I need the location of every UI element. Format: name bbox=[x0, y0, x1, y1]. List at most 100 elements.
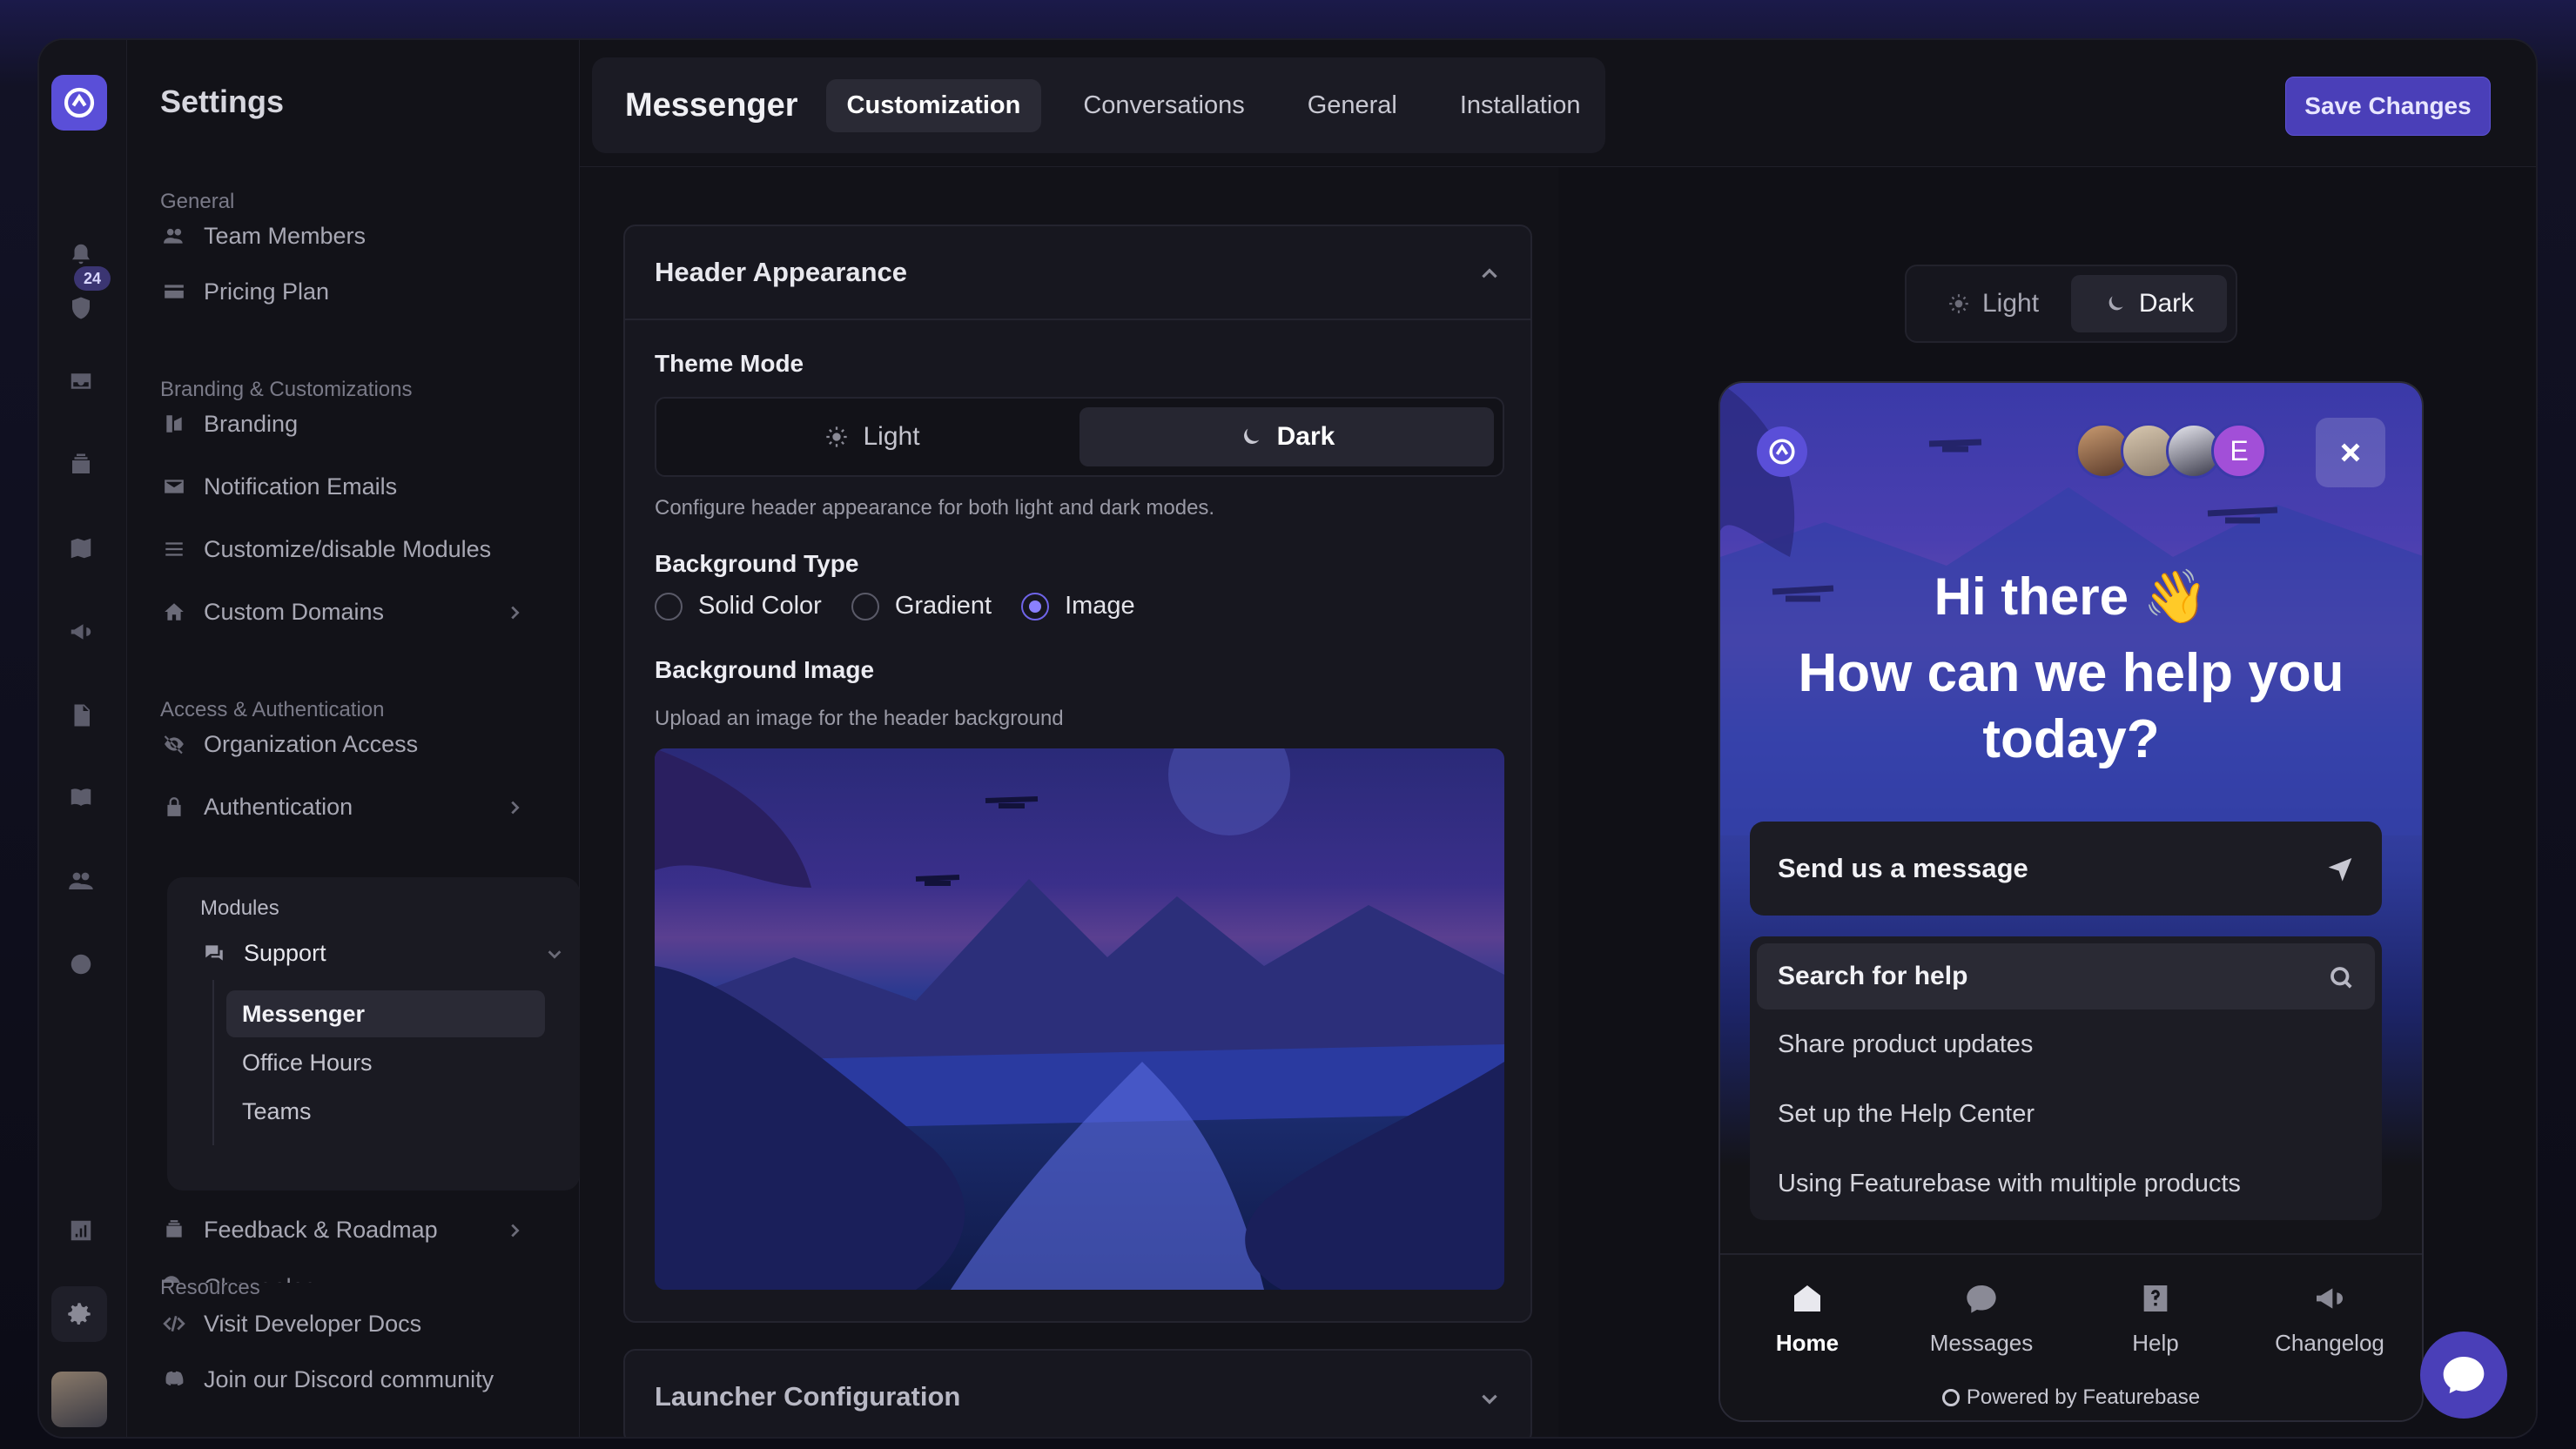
sidebar-item-custom-domains[interactable]: Custom Domains bbox=[160, 590, 526, 634]
radio-gradient[interactable]: Gradient bbox=[851, 592, 992, 621]
sidebar-item-branding[interactable]: Branding bbox=[160, 402, 526, 446]
widget-bottom-nav: Home Messages Help Changelog Powered by … bbox=[1720, 1253, 2422, 1420]
preview-dark-option[interactable]: Dark bbox=[2071, 275, 2227, 332]
book-icon[interactable] bbox=[65, 782, 97, 813]
bg-image-label: Background Image bbox=[655, 656, 875, 683]
messenger-launcher-button[interactable] bbox=[2420, 1332, 2507, 1419]
settings-nav-button[interactable] bbox=[51, 1286, 107, 1342]
icon-rail: 24 bbox=[39, 40, 127, 1437]
chat-launcher-icon bbox=[2443, 1357, 2485, 1393]
launcher-configuration-toggle[interactable]: Launcher Configuration bbox=[625, 1351, 1530, 1437]
sidebar-item-authentication[interactable]: Authentication bbox=[160, 785, 526, 828]
radio-solid-color[interactable]: Solid Color bbox=[655, 592, 822, 621]
shield-check-icon[interactable] bbox=[65, 292, 97, 324]
notification-count-badge: 24 bbox=[74, 266, 111, 291]
widget-logo bbox=[1757, 426, 1807, 477]
radio-dot bbox=[1021, 592, 1050, 621]
widget-nav-label: Help bbox=[2132, 1330, 2179, 1356]
sidebar-item-organization-access[interactable]: Organization Access bbox=[160, 722, 526, 766]
sun-icon bbox=[1949, 294, 1968, 313]
widget-nav-help[interactable]: Help bbox=[2077, 1279, 2234, 1357]
sidebar-item-label: Team Members bbox=[204, 222, 367, 249]
theme-light-option[interactable]: Light bbox=[665, 407, 1079, 466]
editor-panel: Header Appearance Theme Mode Light Dark … bbox=[580, 167, 1558, 1437]
map-icon[interactable] bbox=[65, 533, 97, 564]
sidebar-item-developer-docs[interactable]: Visit Developer Docs bbox=[160, 1302, 526, 1345]
theme-mode-toggle: Light Dark bbox=[655, 397, 1504, 477]
header-appearance-toggle[interactable]: Header Appearance bbox=[625, 226, 1530, 320]
chevron-down-icon bbox=[1478, 1385, 1501, 1417]
tab-conversations[interactable]: Conversations bbox=[1062, 79, 1265, 132]
sidebar-item-label: Join our Discord community bbox=[204, 1365, 494, 1392]
help-article-link[interactable]: Using Featurebase with multiple products bbox=[1778, 1170, 2241, 1198]
chevron-up-icon bbox=[1478, 261, 1501, 292]
document-icon[interactable] bbox=[65, 700, 97, 731]
chat-bubbles-icon bbox=[200, 939, 228, 967]
globe-icon[interactable] bbox=[65, 949, 97, 980]
theme-dark-option[interactable]: Dark bbox=[1079, 407, 1494, 466]
mail-icon bbox=[160, 473, 188, 500]
stack-icon[interactable] bbox=[65, 449, 97, 480]
greeting-line-2: How can we help you today? bbox=[1798, 643, 2344, 769]
credit-card-icon bbox=[160, 278, 188, 305]
gear-icon bbox=[68, 1303, 91, 1325]
section-access: Access & Authentication bbox=[160, 698, 385, 721]
sidebar-item-discord[interactable]: Join our Discord community bbox=[160, 1358, 526, 1401]
chat-bubble-icon bbox=[1962, 1279, 2001, 1318]
sidebar-item-support[interactable]: Support bbox=[200, 931, 566, 975]
save-changes-button[interactable]: Save Changes bbox=[2285, 77, 2491, 136]
search-help-label: Search for help bbox=[1778, 962, 1968, 990]
lock-icon bbox=[160, 793, 188, 821]
help-article-link[interactable]: Share product updates bbox=[1778, 1030, 2033, 1059]
radio-label: Solid Color bbox=[698, 592, 822, 620]
radio-dot bbox=[655, 592, 683, 621]
radio-image[interactable]: Image bbox=[1021, 592, 1135, 621]
sidebar-item-messenger[interactable]: Messenger bbox=[226, 990, 545, 1037]
tab-customization[interactable]: Customization bbox=[825, 78, 1042, 132]
landscape-image bbox=[655, 748, 1504, 1290]
widget-nav-home[interactable]: Home bbox=[1729, 1279, 1886, 1357]
widget-close-button[interactable] bbox=[2316, 418, 2385, 487]
section-branding: Branding & Customizations bbox=[160, 378, 413, 401]
sidebar-item-notification-emails[interactable]: Notification Emails bbox=[160, 465, 526, 508]
bell-icon[interactable] bbox=[65, 238, 97, 270]
sidebar-item-customize-modules[interactable]: Customize/disable Modules bbox=[160, 527, 526, 571]
sidebar-item-label: Feedback & Roadmap bbox=[204, 1216, 438, 1243]
sidebar-item-feedback-roadmap[interactable]: Feedback & Roadmap bbox=[160, 1208, 526, 1251]
analytics-icon[interactable] bbox=[65, 1215, 97, 1246]
chevron-right-icon bbox=[505, 601, 526, 622]
widget-nav-label: Changelog bbox=[2275, 1330, 2384, 1356]
top-bar: Messenger Customization Conversations Ge… bbox=[580, 40, 2536, 167]
background-image-upload[interactable] bbox=[655, 748, 1504, 1290]
section-modules: Modules bbox=[200, 896, 279, 920]
sidebar-item-label: Customize/disable Modules bbox=[204, 535, 492, 562]
widget-nav-messages[interactable]: Messages bbox=[1903, 1279, 2060, 1357]
megaphone-icon[interactable] bbox=[65, 616, 97, 647]
inbox-icon[interactable] bbox=[65, 366, 97, 397]
sidebar-title: Settings bbox=[160, 84, 285, 119]
tab-general[interactable]: General bbox=[1287, 79, 1418, 132]
help-article-link[interactable]: Set up the Help Center bbox=[1778, 1100, 2035, 1129]
tab-installation[interactable]: Installation bbox=[1439, 79, 1602, 132]
featurebase-logo-icon bbox=[64, 87, 95, 118]
widget-nav-changelog[interactable]: Changelog bbox=[2251, 1279, 2408, 1357]
sidebar-item-label: Support bbox=[244, 939, 326, 966]
users-icon[interactable] bbox=[65, 865, 97, 896]
sidebar-item-team-members[interactable]: Team Members bbox=[160, 214, 526, 258]
messenger-widget: E Hi there 👋 How can we help you today? … bbox=[1718, 381, 2424, 1422]
search-help-button[interactable]: Search for help bbox=[1757, 943, 2375, 1010]
messenger-preview-panel: Light Dark E Hi there 👋 How can we help … bbox=[1558, 167, 2536, 1437]
discord-icon bbox=[160, 1365, 188, 1393]
sidebar-item-pricing-plan[interactable]: Pricing Plan bbox=[160, 270, 526, 313]
preview-dark-label: Dark bbox=[2138, 289, 2195, 318]
preview-light-option[interactable]: Light bbox=[1915, 275, 2071, 332]
sidebar-item-teams[interactable]: Teams bbox=[226, 1088, 545, 1135]
featurebase-small-icon bbox=[1941, 1389, 1960, 1406]
powered-by[interactable]: Powered by Featurebase bbox=[1720, 1385, 2422, 1410]
user-avatar[interactable] bbox=[51, 1372, 107, 1427]
send-message-button[interactable]: Send us a message bbox=[1750, 822, 2382, 916]
app-logo[interactable] bbox=[51, 75, 107, 131]
widget-nav-label: Messages bbox=[1929, 1330, 2034, 1356]
sidebar-item-office-hours[interactable]: Office Hours bbox=[226, 1039, 545, 1086]
moon-icon bbox=[1243, 428, 1259, 444]
